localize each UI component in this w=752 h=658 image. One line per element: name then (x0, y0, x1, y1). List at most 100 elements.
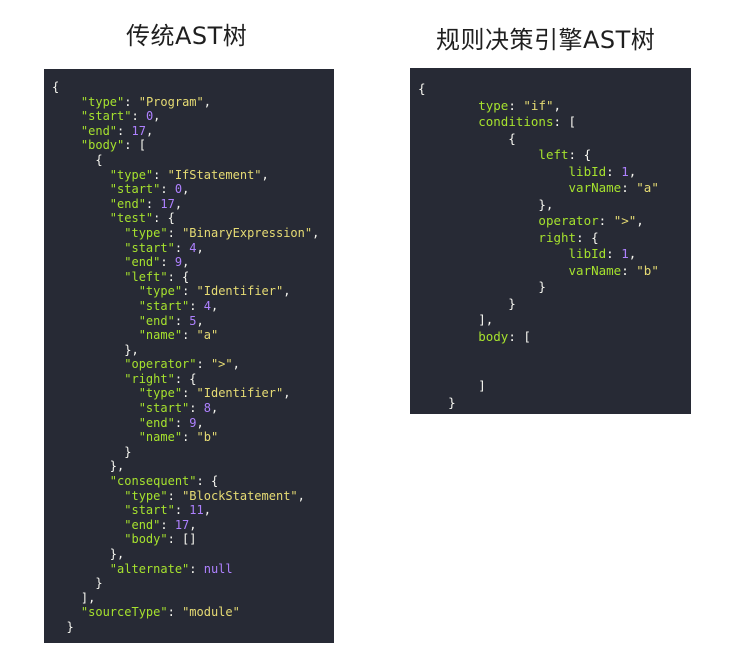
code-token: libId (568, 246, 607, 261)
code-token: : { (174, 371, 197, 386)
code-token: : (160, 182, 175, 197)
traditional-ast-code-line: "body": [] (52, 532, 334, 547)
code-token: , (189, 517, 197, 532)
traditional-ast-code-line: "name": "b" (52, 430, 334, 445)
code-token: "module" (182, 605, 240, 620)
code-token: 1 (621, 246, 629, 261)
traditional-ast-code-line: "end": 5, (52, 314, 334, 329)
code-token: , (153, 109, 161, 124)
traditional-ast-code-line: "type": "Identifier", (52, 386, 334, 401)
code-token: "end" (124, 517, 161, 532)
traditional-ast-code-line: "alternate": null (52, 562, 334, 577)
code-token: 9 (174, 255, 183, 270)
code-token: "right" (124, 371, 175, 386)
code-token: : (124, 94, 139, 109)
code-token: "start" (138, 298, 190, 313)
code-token: "BlockStatement" (182, 488, 298, 503)
code-token: "consequent" (109, 474, 197, 489)
code-token: "left" (124, 269, 168, 284)
code-token: : (182, 328, 197, 343)
code-token: : (189, 298, 204, 313)
code-token: "type" (138, 284, 183, 299)
traditional-ast-code-line: "start": 0, (52, 109, 334, 124)
code-token: : (153, 167, 168, 182)
rule-engine-ast-code-line: } (418, 296, 691, 313)
code-token: "start" (109, 182, 161, 197)
code-token: : (606, 246, 622, 261)
traditional-ast-code-line: } (52, 576, 334, 591)
code-token: "body" (80, 138, 125, 153)
traditional-ast-code-line: "sourceType": "module" (52, 605, 334, 620)
code-token: "type" (124, 225, 168, 240)
code-token: , (182, 255, 190, 270)
code-token: : (182, 284, 197, 299)
code-token: : (182, 386, 197, 401)
rule-engine-ast-code-line: ​ (418, 345, 691, 362)
traditional-ast-code-line: "type": "BinaryExpression", (52, 226, 334, 241)
traditional-ast-code-line: "operator": ">", (52, 357, 334, 372)
rule-engine-ast-code-line: libId: 1, (418, 246, 691, 263)
traditional-ast-code-line: "body": [ (52, 138, 334, 153)
code-token: }, (418, 196, 554, 212)
code-token: { (52, 152, 103, 167)
traditional-ast-code-line: "start": 11, (52, 503, 334, 518)
code-token: "b" (636, 262, 659, 278)
code-token: "start" (124, 240, 175, 255)
code-token: 9 (189, 415, 197, 430)
code-token: "if" (523, 97, 554, 113)
rule-engine-ast-code-line: } (418, 395, 691, 412)
code-token: , (182, 182, 190, 197)
code-token: varName (568, 262, 622, 278)
code-token: 17 (174, 517, 190, 532)
code-token: : (606, 163, 622, 179)
rule-engine-ast-code-line: type: "if", (418, 98, 691, 115)
code-token: "type" (138, 386, 183, 401)
code-token: : (160, 517, 175, 532)
code-token: , (196, 313, 204, 328)
rule-engine-ast-code-line: ], (418, 312, 691, 329)
code-token: : (174, 313, 190, 328)
code-token: "start" (124, 503, 175, 518)
code-token: "Program" (138, 94, 204, 109)
traditional-ast-code-line: "left": { (52, 270, 334, 285)
code-token: 5 (189, 313, 197, 328)
traditional-ast-code-line: "type": "BlockStatement", (52, 489, 334, 504)
code-token: : (189, 561, 204, 576)
code-token: : { (196, 474, 219, 489)
rule-engine-ast-title: 规则决策引擎AST树 (436, 26, 656, 54)
code-token: "end" (138, 313, 175, 328)
code-token: , (174, 196, 183, 211)
code-token: : (182, 430, 197, 445)
code-token: { (418, 81, 426, 96)
rule-engine-ast-code: { type: "if", conditions: [ { left: { li… (418, 81, 691, 411)
rule-engine-ast-code-line: ​ (418, 362, 691, 379)
code-token: : (174, 415, 190, 430)
code-token: : (167, 225, 183, 240)
code-token: : { (568, 147, 592, 162)
traditional-ast-code: { "type": "Program", "start": 0, "end": … (52, 80, 334, 635)
traditional-ast-code-line: "consequent": { (52, 474, 334, 489)
code-token: "body" (124, 532, 168, 547)
code-token: "end" (80, 123, 118, 138)
rule-engine-ast-code-line: body: [ (418, 329, 691, 346)
code-token: ">" (613, 213, 637, 228)
traditional-ast-code-line: "type": "Program", (52, 95, 334, 110)
code-token: : [ (508, 328, 531, 344)
code-token: 8 (203, 401, 211, 416)
code-token: , (232, 357, 240, 372)
code-token: , (145, 123, 154, 138)
rule-engine-ast-code-line: left: { (418, 147, 691, 164)
code-token: "end" (124, 255, 161, 270)
code-token: ], (52, 590, 96, 605)
code-token: type (478, 97, 509, 113)
code-token: , (283, 284, 291, 299)
